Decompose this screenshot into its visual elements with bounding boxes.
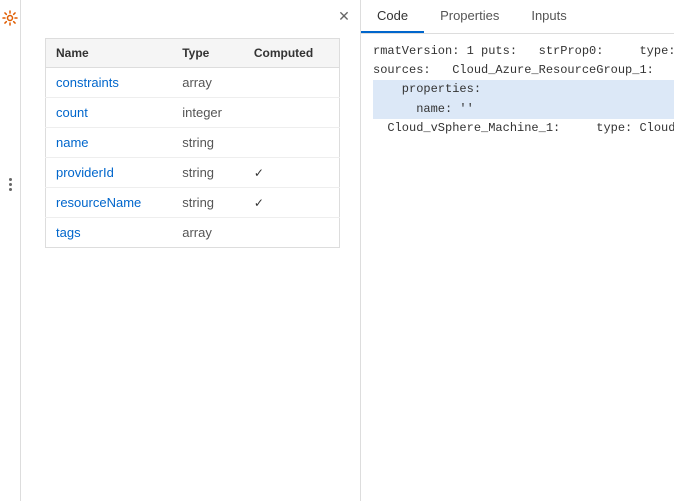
dots-menu[interactable] <box>9 178 12 191</box>
field-name-link[interactable]: tags <box>56 225 81 240</box>
field-type-cell: integer <box>172 98 244 128</box>
tab-inputs[interactable]: Inputs <box>515 0 582 33</box>
table-row: constraints array <box>46 68 340 98</box>
field-name-link[interactable]: constraints <box>56 75 119 90</box>
field-name-link[interactable]: name <box>56 135 89 150</box>
left-sidebar <box>0 0 21 501</box>
field-name-link[interactable]: count <box>56 105 88 120</box>
field-computed-cell <box>244 98 340 128</box>
code-line: strProp0: <box>524 44 603 58</box>
properties-panel: ✕ Name Type Computed constraintsarraycou… <box>21 0 361 501</box>
field-type-cell: string <box>172 158 244 188</box>
right-panel: CodePropertiesInputs rmatVersion: 1 puts… <box>361 0 674 501</box>
col-header-computed: Computed <box>244 39 340 68</box>
code-line: rmatVersion: 1 <box>373 44 474 58</box>
field-computed-cell: ✓ <box>244 188 340 218</box>
main-container: ✕ Name Type Computed constraintsarraycou… <box>21 0 674 501</box>
table-row: count integer <box>46 98 340 128</box>
col-header-name: Name <box>46 39 173 68</box>
table-row: name string <box>46 128 340 158</box>
fields-table: Name Type Computed constraintsarraycount… <box>45 38 340 248</box>
close-button[interactable]: ✕ <box>336 8 352 24</box>
field-computed-cell <box>244 218 340 248</box>
field-name-cell: constraints <box>46 68 173 98</box>
field-name-cell: count <box>46 98 173 128</box>
field-name-cell: providerId <box>46 158 173 188</box>
table-row: tags array <box>46 218 340 248</box>
field-type-cell: array <box>172 68 244 98</box>
settings-icon[interactable] <box>0 8 20 28</box>
tab-code[interactable]: Code <box>361 0 424 33</box>
field-name-link[interactable]: providerId <box>56 165 114 180</box>
tabs-bar: CodePropertiesInputs <box>361 0 674 34</box>
field-type-cell: string <box>172 128 244 158</box>
field-name-link[interactable]: resourceName <box>56 195 141 210</box>
tab-properties[interactable]: Properties <box>424 0 515 33</box>
field-type-cell: string <box>172 188 244 218</box>
code-line: name: '' <box>373 100 674 119</box>
code-line: sources: <box>373 63 431 77</box>
field-type-cell: array <box>172 218 244 248</box>
code-line: type: string <box>611 44 674 58</box>
code-line: Cloud_vSphere_Machine_1: <box>373 121 560 135</box>
field-computed-cell: ✓ <box>244 158 340 188</box>
table-row: providerId string ✓ <box>46 158 340 188</box>
code-line: type: Cloud.vSphere.Machine <box>567 121 674 135</box>
field-computed-cell <box>244 128 340 158</box>
computed-check-icon: ✓ <box>254 166 264 180</box>
table-row: resourceName string ✓ <box>46 188 340 218</box>
code-line: type: Cloud.Azure.ResourceGroup <box>661 63 674 77</box>
computed-check-icon: ✓ <box>254 196 264 210</box>
code-line: puts: <box>481 44 517 58</box>
field-name-cell: tags <box>46 218 173 248</box>
field-name-cell: name <box>46 128 173 158</box>
col-header-type: Type <box>172 39 244 68</box>
code-line: Cloud_Azure_ResourceGroup_1: <box>438 63 654 77</box>
field-computed-cell <box>244 68 340 98</box>
code-line: properties: <box>373 80 674 99</box>
code-area: rmatVersion: 1 puts: strProp0: type: str… <box>361 34 674 501</box>
field-name-cell: resourceName <box>46 188 173 218</box>
